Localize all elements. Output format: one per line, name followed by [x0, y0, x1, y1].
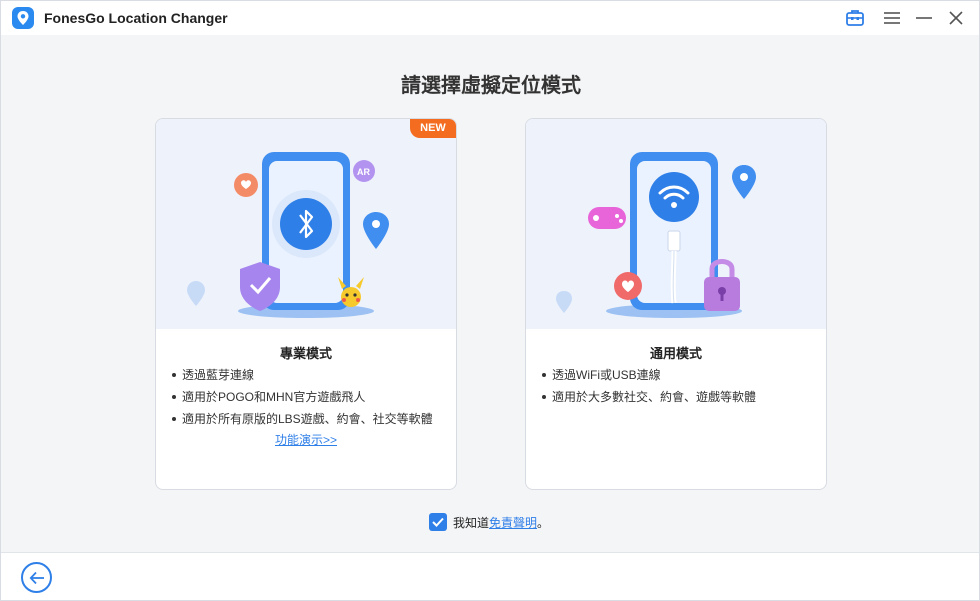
disclaimer-link[interactable]: 免責聲明 — [489, 514, 537, 531]
feature-item: 透過藍芽連線 — [172, 364, 452, 386]
mode-illustration-wifi-usb — [526, 119, 826, 329]
app-title: FonesGo Location Changer — [44, 10, 228, 26]
mode-illustration-bluetooth: AR NEW — [156, 119, 456, 329]
arrow-left-icon — [29, 571, 44, 584]
feature-list: 透過WiFi或USB連線 適用於大多數社交、約會、遊戲等軟體 — [542, 364, 822, 408]
svg-text:AR: AR — [357, 167, 370, 177]
feature-item: 適用於所有原版的LBS遊戲、約會、社交等軟體 — [172, 408, 452, 430]
page-title: 請選擇虛擬定位模式 — [401, 75, 581, 97]
toolbox-icon[interactable] — [843, 7, 867, 29]
minimize-icon[interactable] — [912, 7, 936, 29]
disclaimer-agreement: 我知道 免責聲明 。 — [429, 513, 549, 531]
menu-icon[interactable] — [880, 7, 904, 29]
footer-bar — [1, 552, 979, 600]
feature-list: 透過藍芽連線 適用於POGO和MHN官方遊戲飛人 適用於所有原版的LBS遊戲、約… — [172, 364, 452, 430]
new-badge: NEW — [410, 119, 456, 138]
agree-checkbox[interactable] — [429, 513, 447, 531]
feature-item: 適用於POGO和MHN官方遊戲飛人 — [172, 386, 452, 408]
close-icon[interactable] — [944, 7, 968, 29]
mode-card-professional[interactable]: AR NEW 專業模式 透過藍芽連線 適用於POGO和MHN官方遊戲飛人 適用於… — [155, 118, 457, 490]
agree-label: 我知道 — [453, 515, 490, 530]
title-bar: FonesGo Location Changer — [1, 1, 979, 35]
mode-title: 通用模式 — [649, 346, 702, 361]
feature-demo-link[interactable]: 功能演示>> — [156, 431, 456, 448]
app-window: FonesGo Location Changer 請選擇虛擬定位模式 AR NE… — [0, 0, 980, 601]
mode-title: 專業模式 — [279, 346, 332, 361]
agree-suffix: 。 — [537, 515, 550, 530]
location-pin-icon — [12, 7, 34, 29]
back-button[interactable] — [21, 562, 52, 593]
mode-card-general[interactable]: 通用模式 透過WiFi或USB連線 適用於大多數社交、約會、遊戲等軟體 — [525, 118, 827, 490]
feature-item: 適用於大多數社交、約會、遊戲等軟體 — [542, 386, 822, 408]
feature-item: 透過WiFi或USB連線 — [542, 364, 822, 386]
